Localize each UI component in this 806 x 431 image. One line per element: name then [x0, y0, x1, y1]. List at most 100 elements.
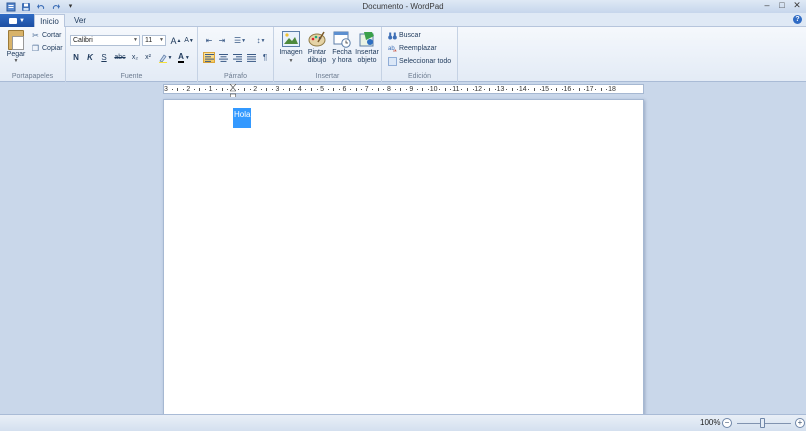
subscript-button[interactable]: x₂	[129, 52, 141, 63]
align-left-icon[interactable]	[203, 52, 215, 63]
ruler-tick	[199, 88, 201, 91]
pintar-label-1: Pintar	[307, 49, 327, 56]
save-icon[interactable]	[19, 1, 32, 12]
group-fuente: Calibri ▼ 11 ▼ A ▲ A ▼ N K S abc x₂ x² ▼ A…	[66, 27, 198, 82]
zoom-in-button[interactable]: +	[795, 418, 805, 428]
ruler-tick	[506, 89, 508, 90]
zoom-level: 100%	[700, 418, 721, 427]
ruler-tick	[221, 88, 223, 91]
undo-icon[interactable]	[34, 1, 47, 12]
paragraph-settings-icon[interactable]: ¶	[259, 52, 271, 63]
status-bar: 100% − +	[0, 414, 806, 431]
minimize-button[interactable]: –	[760, 0, 774, 11]
window-controls: – □ ✕	[760, 0, 804, 11]
tab-ver[interactable]: Ver	[68, 14, 92, 27]
ruler-tick	[450, 89, 452, 90]
chevron-down-icon: ▼	[13, 58, 19, 64]
seleccionar-label: Seleccionar todo	[399, 58, 452, 65]
ruler-tick	[422, 88, 424, 91]
ruler-number: 7	[364, 86, 369, 93]
ruler-number: 3	[275, 86, 280, 93]
indent-marker-icon[interactable]	[230, 84, 236, 98]
superscript-button[interactable]: x²	[142, 52, 154, 63]
imagen-button[interactable]: Imagen ▼	[278, 30, 304, 65]
ruler-tick	[171, 89, 173, 90]
cortar-button[interactable]: ✂ Cortar	[31, 31, 61, 40]
app-icon[interactable]	[4, 1, 17, 12]
font-color-button[interactable]: A ▼	[175, 52, 193, 63]
help-icon[interactable]: ?	[793, 15, 802, 24]
paint-icon	[308, 30, 326, 48]
increase-indent-icon[interactable]: ⇥	[216, 35, 228, 46]
ruler-tick	[533, 88, 535, 91]
document-page[interactable]: Hola	[163, 99, 644, 419]
group-label-parrafo: Párrafo	[224, 73, 247, 80]
picture-icon	[282, 30, 300, 48]
chevron-down-icon[interactable]: ▾	[64, 1, 77, 12]
strikethrough-button[interactable]: abc	[112, 52, 128, 63]
ruler-tick	[439, 89, 441, 90]
ruler-tick	[383, 89, 385, 90]
group-label-portapapeles: Portapapeles	[11, 73, 54, 80]
chevron-down-icon: ▼	[184, 54, 190, 61]
ruler-number: 2	[186, 86, 191, 93]
align-right-icon[interactable]	[231, 52, 243, 63]
reemplazar-button[interactable]: ab Reemplazar	[388, 44, 437, 53]
ruler-tick	[227, 89, 229, 90]
fecha-hora-button[interactable]: Fecha y hora	[330, 30, 354, 65]
ruler-tick	[511, 88, 513, 91]
ruler-tick	[361, 89, 363, 90]
justify-icon[interactable]	[245, 52, 257, 63]
decrease-indent-icon[interactable]: ⇤	[203, 35, 215, 46]
ribbon: Pegar ▼ ✂ Cortar ❐ Copiar Portapapeles C…	[0, 27, 806, 82]
tab-inicio[interactable]: Inicio	[34, 14, 65, 27]
ruler-tick	[489, 88, 491, 91]
font-name-select[interactable]: Calibri ▼	[70, 35, 140, 46]
ruler-tick	[244, 88, 246, 91]
italic-button[interactable]: K	[84, 52, 96, 63]
buscar-button[interactable]: Buscar	[388, 31, 421, 40]
underline-button[interactable]: S	[98, 52, 110, 63]
ruler-tick	[260, 89, 262, 90]
pegar-button[interactable]: Pegar ▼	[6, 30, 26, 64]
ruler-tick	[271, 89, 273, 90]
ruler-tick	[444, 88, 446, 91]
ruler-tick	[600, 88, 602, 91]
ruler-number: 6	[342, 86, 347, 93]
ruler-tick	[338, 89, 340, 90]
ruler-tick	[216, 89, 218, 90]
group-portapapeles: Pegar ▼ ✂ Cortar ❐ Copiar Portapapeles	[0, 27, 66, 82]
binoculars-icon	[388, 31, 397, 40]
seleccionar-todo-button[interactable]: Seleccionar todo	[388, 57, 451, 66]
ruler-number: 12	[474, 86, 483, 93]
highlight-button[interactable]: ▼	[156, 52, 174, 63]
shrink-font-button[interactable]: A ▼	[183, 35, 195, 46]
insertar-objeto-button[interactable]: Insertar objeto	[354, 30, 380, 65]
grow-font-button[interactable]: A ▲	[170, 35, 182, 46]
close-button[interactable]: ✕	[790, 0, 804, 11]
chevron-down-icon: ▼	[133, 37, 138, 43]
reemplazar-label: Reemplazar	[399, 45, 437, 52]
line-spacing-icon[interactable]: ↕ ▼	[252, 35, 270, 46]
ruler-number: 13	[496, 86, 505, 93]
paste-icon	[8, 30, 24, 50]
align-center-icon[interactable]	[217, 52, 229, 63]
document-selected-text[interactable]: Hola	[233, 108, 252, 128]
bold-button[interactable]: N	[70, 52, 82, 63]
pintar-dibujo-button[interactable]: Pintar dibujo	[306, 30, 328, 65]
bullet-list-icon[interactable]: ☰ ▼	[231, 35, 249, 46]
copy-icon: ❐	[31, 44, 40, 53]
zoom-slider-thumb[interactable]	[760, 418, 765, 428]
font-size-select[interactable]: 11 ▼	[142, 35, 166, 46]
file-menu-icon	[9, 17, 18, 24]
copiar-label: Copiar	[42, 45, 63, 52]
maximize-button[interactable]: □	[775, 0, 789, 11]
group-insertar: Imagen ▼ Pintar dibujo Fecha y hora Inse…	[274, 27, 382, 82]
zoom-out-button[interactable]: −	[722, 418, 732, 428]
ruler-number: 14	[518, 86, 527, 93]
copiar-button[interactable]: ❐ Copiar	[31, 44, 63, 53]
fecha-label-1: Fecha	[332, 49, 352, 56]
redo-icon[interactable]	[49, 1, 62, 12]
file-menu-button[interactable]: ▼	[0, 14, 34, 27]
ruler-tick	[310, 88, 312, 91]
